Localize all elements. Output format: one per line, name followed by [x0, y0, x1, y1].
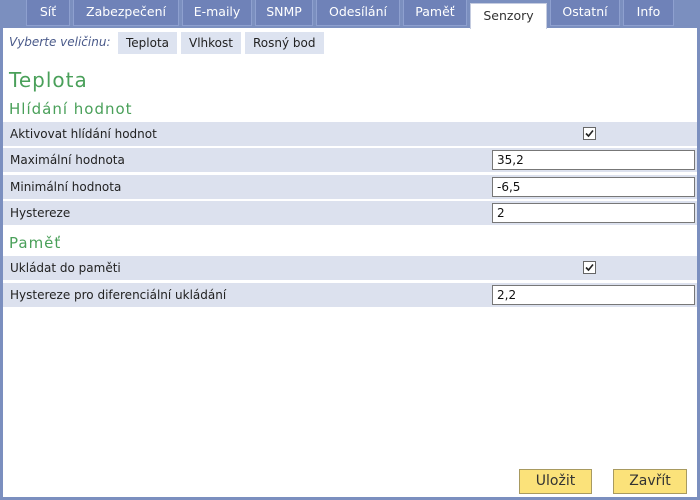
store-memory-checkbox[interactable]: [583, 261, 596, 274]
min-value-input[interactable]: [492, 177, 695, 197]
hysteresis-label: Hystereze: [10, 206, 71, 220]
hysteresis-input[interactable]: [492, 203, 695, 223]
tab-zabezpeceni[interactable]: Zabezpečení: [73, 0, 179, 26]
page-title: Teplota: [9, 68, 88, 92]
diff-hysteresis-input[interactable]: [492, 285, 695, 305]
tab-sit[interactable]: Síť: [26, 0, 70, 26]
quantity-option-rosny-bod[interactable]: Rosný bod: [245, 32, 324, 54]
save-button[interactable]: Uložit: [519, 469, 592, 494]
tab-info[interactable]: Info: [623, 0, 674, 26]
tab-senzory[interactable]: Senzory: [470, 3, 547, 29]
store-memory-label: Ukládat do paměti: [10, 261, 121, 275]
tab-bar: Síť Zabezpečení E-maily SNMP Odesílání P…: [0, 0, 700, 29]
memory-heading: Paměť: [9, 234, 62, 252]
tab-e-maily[interactable]: E-maily: [182, 0, 252, 26]
tab-pamet[interactable]: Paměť: [403, 0, 467, 26]
max-value-label: Maximální hodnota: [10, 153, 125, 167]
diff-hysteresis-row: Hystereze pro diferenciální ukládání: [3, 283, 697, 307]
monitoring-heading: Hlídání hodnot: [9, 100, 133, 118]
settings-window: Síť Zabezpečení E-maily SNMP Odesílání P…: [0, 0, 700, 500]
checkmark-icon: [585, 129, 594, 138]
quantity-label: Vyberte veličinu:: [9, 35, 111, 49]
tab-ostatni[interactable]: Ostatní: [550, 0, 620, 26]
enable-monitoring-checkbox[interactable]: [583, 127, 596, 140]
quantity-option-teplota[interactable]: Teplota: [118, 32, 178, 54]
max-value-input[interactable]: [492, 150, 695, 170]
max-value-row: Maximální hodnota: [3, 148, 697, 172]
enable-monitoring-row: Aktivovat hlídání hodnot: [3, 122, 697, 146]
tab-odesilani[interactable]: Odesílání: [316, 0, 400, 26]
min-value-row: Minimální hodnota: [3, 175, 697, 199]
min-value-label: Minimální hodnota: [10, 180, 122, 194]
diff-hysteresis-label: Hystereze pro diferenciální ukládání: [10, 288, 227, 302]
checkmark-icon: [585, 263, 594, 272]
hysteresis-row: Hystereze: [3, 201, 697, 225]
quantity-option-vlhkost[interactable]: Vlhkost: [181, 32, 241, 54]
tab-snmp[interactable]: SNMP: [255, 0, 313, 26]
close-button[interactable]: Zavřít: [613, 469, 687, 494]
store-memory-row: Ukládat do paměti: [3, 256, 697, 280]
enable-monitoring-label: Aktivovat hlídání hodnot: [10, 127, 157, 141]
